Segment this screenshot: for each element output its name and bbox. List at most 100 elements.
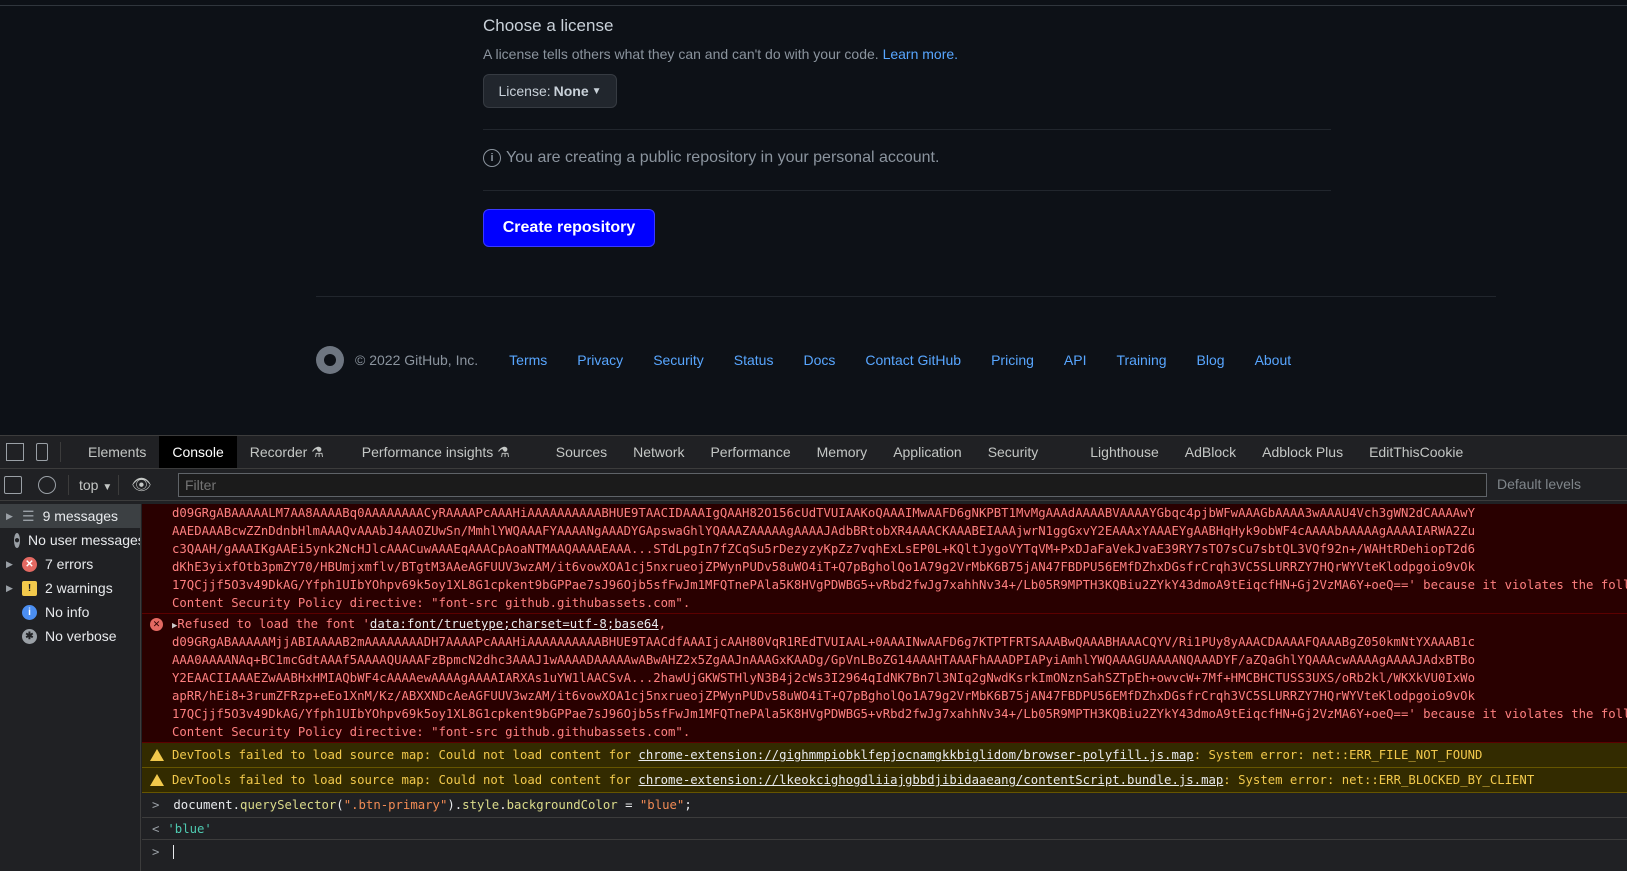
footer-link-docs[interactable]: Docs xyxy=(803,352,835,368)
info-icon: i xyxy=(22,604,37,620)
license-description-text: A license tells others what they can and… xyxy=(483,46,879,62)
notice-text: You are creating a public repository in … xyxy=(506,149,940,166)
console-input-entry[interactable]: > document.querySelector(".btn-primary").… xyxy=(142,793,1627,818)
sidebar-label: 7 errors xyxy=(45,556,94,572)
footer-link-blog[interactable]: Blog xyxy=(1197,352,1225,368)
message-line: d09GRgABAAAAALM7AA8AAAABq0AAAAAAAACyRAAA… xyxy=(172,506,1475,520)
context-selector[interactable]: top ▼ xyxy=(79,477,112,493)
sidebar-item-errors[interactable]: ▶ ✕ 7 errors xyxy=(0,552,140,576)
text-cursor xyxy=(173,845,182,859)
footer-link-training[interactable]: Training xyxy=(1116,352,1166,368)
console-sidebar: ▶ ☰ 9 messages ● No user messages ▶ ✕ 7 error… xyxy=(0,504,141,871)
tab-security[interactable]: Security xyxy=(975,436,1052,468)
license-dropdown[interactable]: License: None ▼ xyxy=(483,74,617,108)
experiment-flask-icon: ⚗ xyxy=(311,443,324,460)
message-line: AAA0AAAANAq+BC1mcGdtAAAf5AAAAQUAAAFzBpmc… xyxy=(172,653,1475,667)
footer-link-terms[interactable]: Terms xyxy=(509,352,547,368)
expand-arrow-icon: ▶ xyxy=(6,582,13,593)
console-error-message[interactable]: d09GRgABAAAAALM7AA8AAAABq0AAAAAAAACyRAAA… xyxy=(142,504,1627,614)
device-toolbar-icon[interactable] xyxy=(36,443,48,461)
message-line: 17QCjjf5O3v49DkAG/Yfph1UIbYOhpv69k5oy1XL… xyxy=(172,707,1627,721)
create-repository-button[interactable]: Create repository xyxy=(483,209,655,247)
sidebar-item-warnings[interactable]: ▶! 2 warnings xyxy=(0,576,140,600)
tab-sources[interactable]: Sources xyxy=(543,436,620,468)
caret-down-icon: ▼ xyxy=(591,85,602,97)
console-warning-message[interactable]: DevTools failed to load source map: Coul… xyxy=(142,743,1627,768)
public-repo-notice: i You are creating a public repository in… xyxy=(483,149,939,167)
footer-link-about[interactable]: About xyxy=(1255,352,1292,368)
caret-down-icon: ▼ xyxy=(102,481,113,493)
sidebar-item-verbose[interactable]: ✱ No verbose xyxy=(0,624,140,648)
info-icon: i xyxy=(483,149,501,167)
github-logo-icon[interactable] xyxy=(316,346,344,374)
console-error-message[interactable]: ✕ ▶Refused to load the font 'data:font/t… xyxy=(142,614,1627,743)
tab-performance-insights[interactable]: Performance insights ⚗ xyxy=(349,436,523,468)
context-value: top xyxy=(79,476,99,493)
message-text: DevTools failed to load source map: Coul… xyxy=(172,773,639,787)
license-description: A license tells others what they can and… xyxy=(483,46,958,62)
footer-link-contact[interactable]: Contact GitHub xyxy=(865,352,961,368)
separator xyxy=(60,442,61,462)
tab-editthiscookie[interactable]: EditThisCookie xyxy=(1356,436,1476,468)
footer-divider xyxy=(316,296,1496,297)
message-text: Refused to load the font ' xyxy=(177,617,370,631)
toggle-sidebar-icon[interactable] xyxy=(4,475,22,494)
sidebar-label: 2 warnings xyxy=(45,580,113,596)
separator xyxy=(118,474,120,495)
message-line: AAEDAAABcwZZnDdnbHlmAAAQvAAAbJ4AAOZUwSn/… xyxy=(172,524,1475,538)
experiment-flask-icon: ⚗ xyxy=(497,443,510,460)
console-prompt-input[interactable]: > xyxy=(142,840,1627,865)
footer-link-pricing[interactable]: Pricing xyxy=(991,352,1034,368)
copyright: © 2022 GitHub, Inc. xyxy=(355,352,479,368)
footer-link-privacy[interactable]: Privacy xyxy=(577,352,623,368)
message-line: 17QCjjf5O3v49DkAG/Yfph1UIbYOhpv69k5oy1XL… xyxy=(172,578,1627,592)
expand-arrow-icon: ▶ xyxy=(6,558,13,569)
list-icon: ☰ xyxy=(22,507,35,524)
inspect-element-icon[interactable] xyxy=(6,443,24,461)
console-warning-message[interactable]: DevTools failed to load source map: Coul… xyxy=(142,768,1627,793)
tab-recorder[interactable]: Recorder ⚗ xyxy=(237,436,337,468)
sidebar-item-messages[interactable]: ▶ ☰ 9 messages xyxy=(0,504,140,528)
live-expression-eye-icon[interactable]: 👁 xyxy=(131,475,151,495)
sidebar-item-user-messages[interactable]: ● No user messages xyxy=(0,528,140,552)
filter-input[interactable] xyxy=(178,473,1487,497)
message-text: : System error: net::ERR_FILE_NOT_FOUND xyxy=(1193,748,1483,762)
result-value: 'blue' xyxy=(167,822,212,836)
footer: © 2022 GitHub, Inc. Terms Privacy Securi… xyxy=(316,346,1321,374)
tab-adblock[interactable]: AdBlock xyxy=(1172,436,1249,468)
source-map-link[interactable]: chrome-extension://gighmmpiobklfepjocnam… xyxy=(638,748,1193,762)
github-page: Choose a license A license tells others … xyxy=(0,0,1627,435)
message-line: apRR/hEi8+3rumZFRzp+eEo1XnM/Kz/ABXXNDcAe… xyxy=(172,689,1475,703)
devtools-tab-bar: Elements Console Recorder ⚗ Performance … xyxy=(0,436,1627,469)
data-url-link[interactable]: data:font/truetype;charset=utf-8;base64 xyxy=(370,617,659,631)
log-levels-dropdown[interactable]: Default levels xyxy=(1497,476,1581,492)
license-value: None xyxy=(553,83,589,99)
message-line: d09GRgABAAAAAMjjABIAAAAB2mAAAAAAAADH7AAA… xyxy=(172,635,1475,649)
tab-memory[interactable]: Memory xyxy=(804,436,881,468)
tab-label: Recorder xyxy=(249,444,308,460)
expand-arrow-icon: ▶ xyxy=(6,510,13,521)
tab-elements[interactable]: Elements xyxy=(75,436,159,468)
tab-application[interactable]: Application xyxy=(880,436,975,468)
tab-adblock-plus[interactable]: Adblock Plus xyxy=(1249,436,1356,468)
tab-label: Performance insights xyxy=(361,444,494,460)
tab-console[interactable]: Console xyxy=(159,436,237,468)
code-token: = xyxy=(617,798,640,812)
source-map-link[interactable]: chrome-extension://lkeokcighogdliiajgbbd… xyxy=(638,773,1223,787)
learn-more-link[interactable]: Learn more. xyxy=(883,46,958,62)
tab-network[interactable]: Network xyxy=(620,436,697,468)
footer-link-api[interactable]: API xyxy=(1064,352,1087,368)
code-token: style xyxy=(462,798,500,812)
footer-link-security[interactable]: Security xyxy=(653,352,704,368)
code-token: ; xyxy=(684,798,692,812)
result-arrow-icon: < xyxy=(152,822,160,836)
warning-icon xyxy=(150,749,164,761)
footer-link-status[interactable]: Status xyxy=(734,352,774,368)
clear-console-icon[interactable] xyxy=(38,475,56,494)
tab-lighthouse[interactable]: Lighthouse xyxy=(1077,436,1172,468)
separator xyxy=(68,474,69,495)
code-token: ".btn-primary" xyxy=(343,798,448,812)
sidebar-item-info[interactable]: i No info xyxy=(0,600,140,624)
console-result-entry: < 'blue' xyxy=(142,818,1627,840)
tab-performance[interactable]: Performance xyxy=(697,436,803,468)
